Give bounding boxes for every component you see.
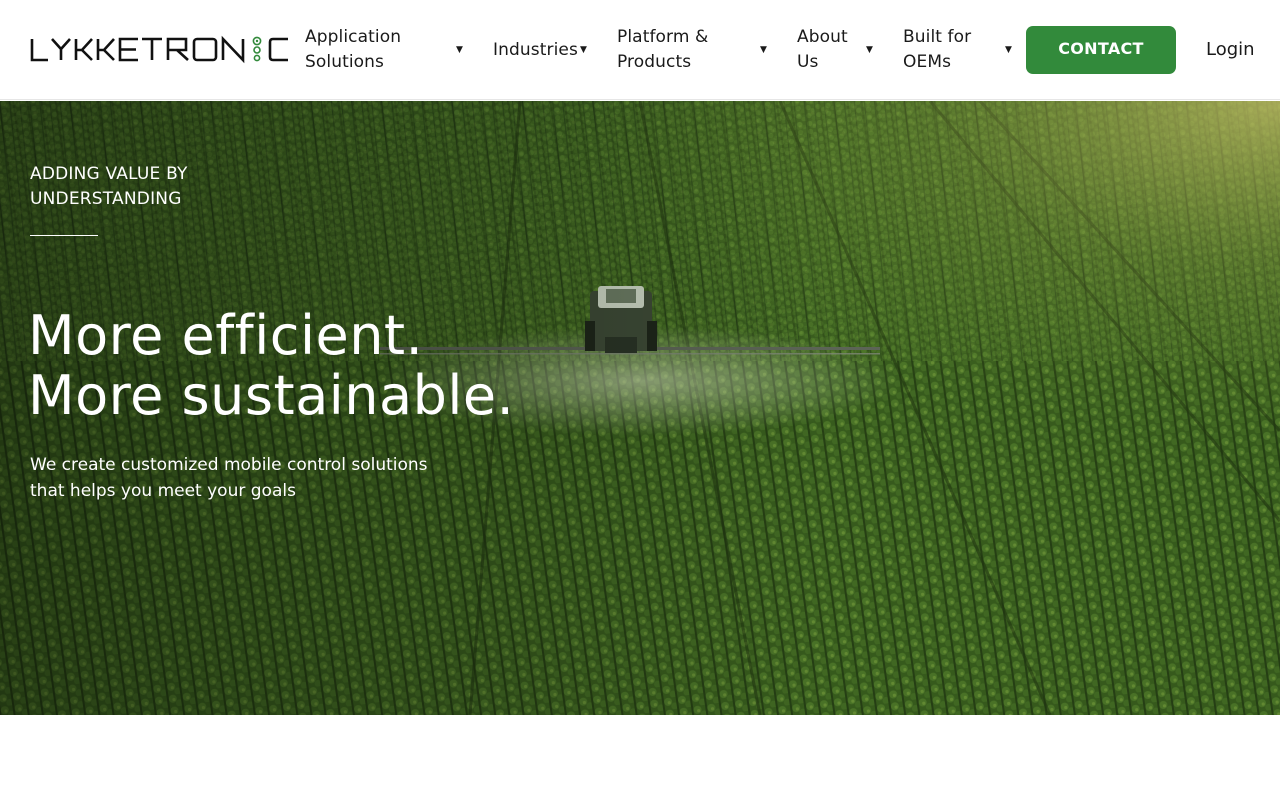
caret-down-icon: ▼ xyxy=(456,45,463,55)
nav-label: Built for OEMs xyxy=(903,27,972,72)
headline-line-1: More efficient. xyxy=(28,304,424,367)
contact-button[interactable]: CONTACT xyxy=(1026,26,1176,74)
nav-label: Platform & Products xyxy=(617,27,709,72)
page-continuation xyxy=(0,715,1280,800)
caret-down-icon: ▼ xyxy=(760,45,767,55)
hero-eyebrow: ADDING VALUE BY UNDERSTANDING xyxy=(30,164,188,209)
headline-line-2: More sustainable. xyxy=(28,364,515,427)
nav-item-application-solutions[interactable]: Application Solutions ▼ xyxy=(305,25,465,75)
nav-item-industries[interactable]: Industries ▼ xyxy=(493,37,593,63)
login-link[interactable]: Login xyxy=(1206,37,1255,62)
hero-section: ADDING VALUE BY UNDERSTANDING More effic… xyxy=(0,101,1280,715)
nav-item-built-for-oems[interactable]: Built for OEMs ▼ xyxy=(903,25,1018,75)
hero-headline: More efficient. More sustainable. xyxy=(28,306,628,426)
hero-subtext: We create customized mobile control solu… xyxy=(30,455,428,501)
nav-item-platform-products[interactable]: Platform & Products ▼ xyxy=(617,25,772,75)
eyebrow-divider xyxy=(30,235,98,236)
nav-label: Application Solutions xyxy=(305,27,402,72)
caret-down-icon: ▼ xyxy=(580,45,587,55)
caret-down-icon: ▼ xyxy=(866,45,873,55)
site-header: Application Solutions ▼ Industries ▼ Pla… xyxy=(0,0,1280,100)
logo-mark xyxy=(30,35,288,64)
lykketronic-logo[interactable] xyxy=(30,34,290,66)
nav-item-about-us[interactable]: About Us ▼ xyxy=(797,25,877,75)
caret-down-icon: ▼ xyxy=(1005,45,1012,55)
nav-label: Industries xyxy=(493,39,578,60)
nav-label: About Us xyxy=(797,27,848,72)
